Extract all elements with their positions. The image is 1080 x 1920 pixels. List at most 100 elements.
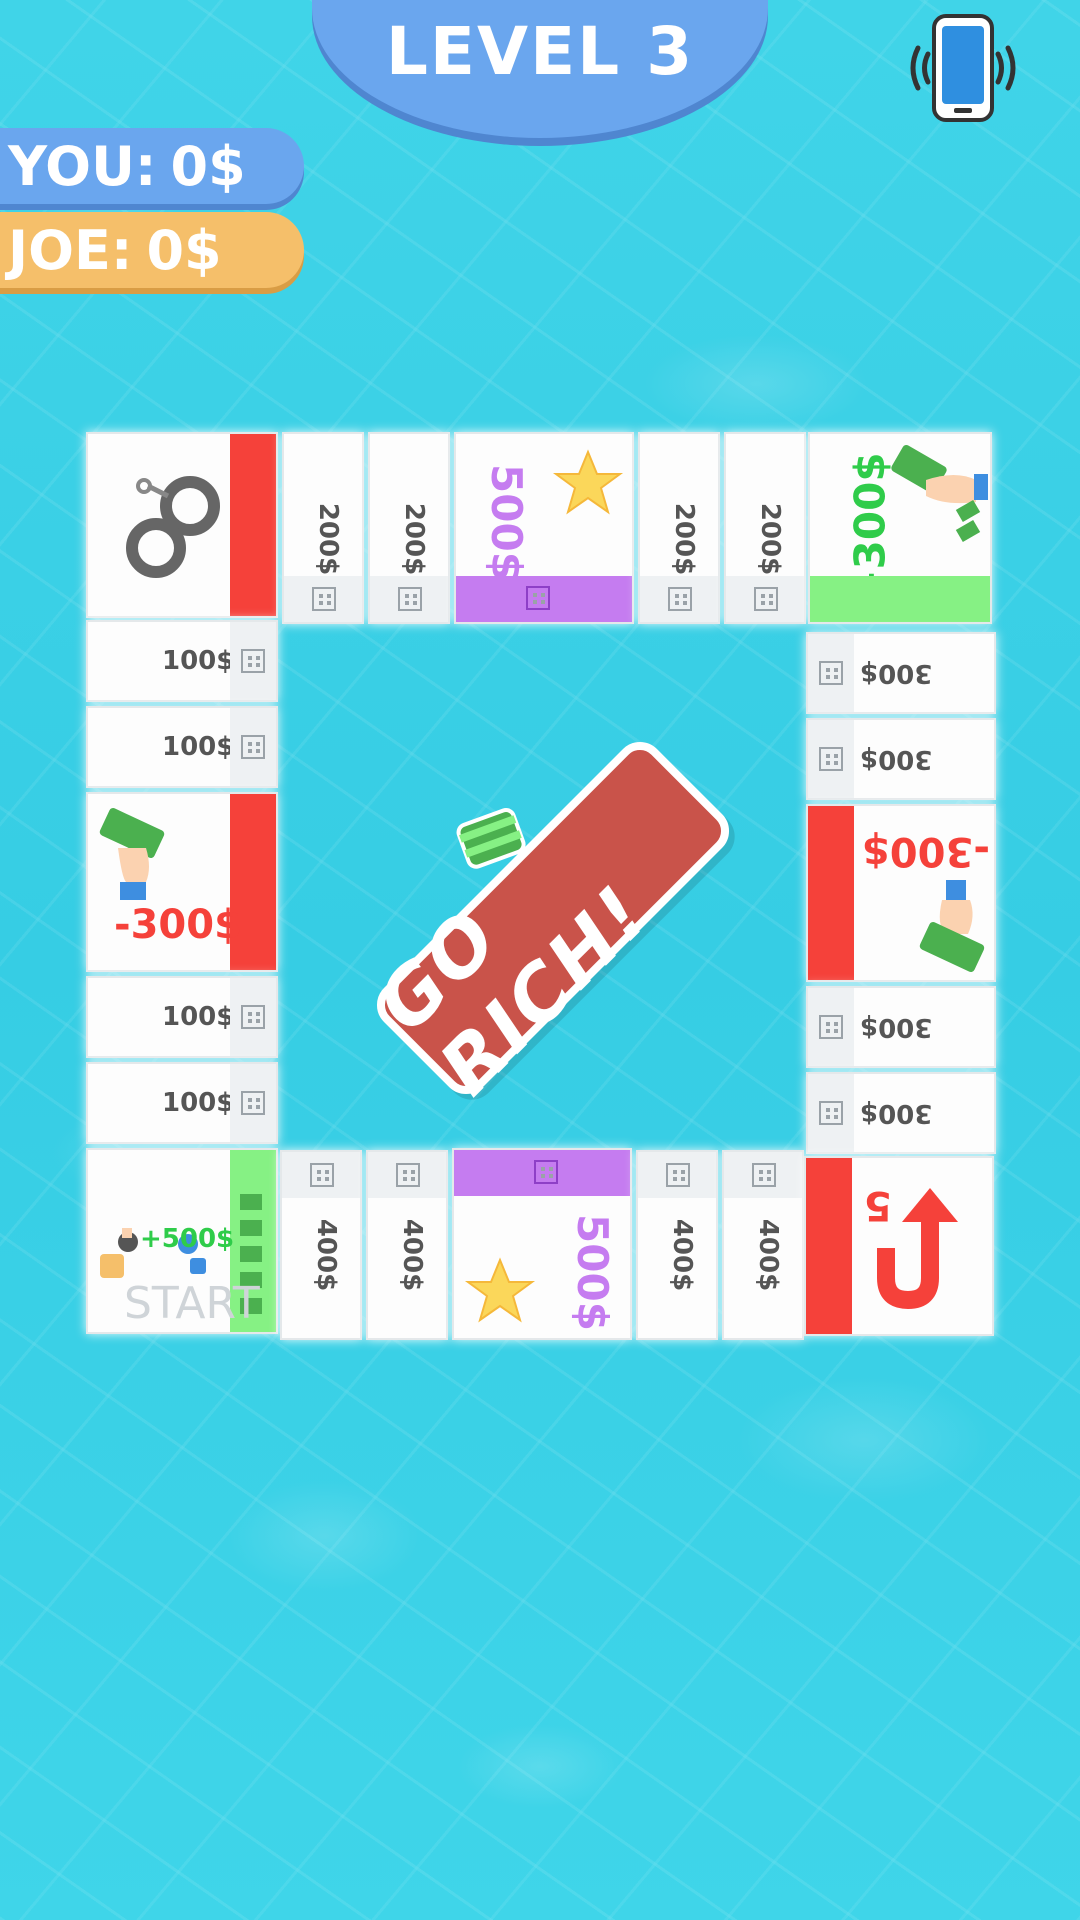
tile-price: 100$ [162,732,235,762]
red-strip [808,806,854,980]
building-icon [310,1163,334,1187]
tile-price: 400$ [311,1218,342,1292]
property-tile-right-1[interactable]: 300$ [806,632,996,714]
penalty-amount: -300$ [114,902,242,948]
building-slot [808,1074,854,1152]
vibrate-toggle-button[interactable] [904,12,1022,124]
red-strip [806,1158,852,1334]
tile-penalty-right[interactable]: -300$ [806,804,996,982]
building-slot [638,1152,716,1198]
tile-price: 300$ [860,658,933,688]
building-icon [819,747,843,771]
building-icon [312,587,336,611]
tile-price: 200$ [399,502,430,576]
building-icon [396,1163,420,1187]
building-slot [230,978,276,1056]
building-icon [754,587,778,611]
building-slot [808,988,854,1066]
tile-price: 200$ [669,502,700,576]
property-tile-left-1[interactable]: 100$ [86,620,278,702]
green-strip [810,576,990,622]
building-icon [819,1101,843,1125]
building-slot [284,576,362,622]
tile-price: 200$ [313,502,344,576]
building-icon [241,1091,265,1115]
tile-price: 500$ [567,1214,617,1331]
building-slot [230,622,276,700]
player-score-you: YOU: 0$ [0,128,304,204]
start-label: START [124,1278,260,1329]
player-name-joe: JOE: [8,218,133,282]
star-icon [552,449,624,515]
purple-strip [456,576,632,622]
building-icon [752,1163,776,1187]
building-slot [808,634,854,712]
property-tile-bottom-special[interactable]: 500$ [452,1148,632,1340]
tile-start-corner[interactable]: +500$ START [86,1148,278,1334]
property-tile-left-3[interactable]: 100$ [86,976,278,1058]
building-slot [368,1152,446,1198]
building-icon [241,735,265,759]
building-slot [282,1152,360,1198]
building-slot [640,576,718,622]
start-bonus: +500$ [140,1224,235,1254]
tile-price: 400$ [397,1218,428,1292]
building-icon [241,649,265,673]
building-slot [230,1064,276,1142]
building-icon [819,661,843,685]
tile-price: 500$ [481,464,531,581]
building-icon [526,586,550,610]
building-icon [668,587,692,611]
tile-bonus-corner[interactable]: +300$ [808,432,992,624]
building-icon [534,1160,558,1184]
handcuffs-icon [126,476,220,578]
star-icon [464,1257,536,1323]
property-tile-right-3[interactable]: 300$ [806,986,996,1068]
building-icon [819,1015,843,1039]
property-tile-bottom-2[interactable]: 400$ [366,1150,448,1340]
property-tile-right-2[interactable]: 300$ [806,718,996,800]
tile-jail-corner[interactable] [86,432,278,618]
building-slot [230,708,276,786]
tile-uturn-corner[interactable]: 5 [804,1156,994,1336]
tile-price: 400$ [753,1218,784,1292]
penalty-amount: -300$ [862,828,990,874]
red-strip [230,434,276,616]
property-tile-top-4[interactable]: 200$ [638,432,720,624]
tile-price: 300$ [860,1098,933,1128]
building-slot [726,576,804,622]
tile-price: 400$ [667,1218,698,1292]
tile-price: 300$ [860,1012,933,1042]
property-tile-left-4[interactable]: 100$ [86,1062,278,1144]
player-amount-you: 0$ [170,134,246,198]
building-icon [398,587,422,611]
property-tile-top-special[interactable]: 500$ [454,432,634,624]
building-slot [370,576,448,622]
building-slot [724,1152,802,1198]
money-hand-icon [99,808,165,900]
property-tile-top-1[interactable]: 200$ [282,432,364,624]
property-tile-top-2[interactable]: 200$ [368,432,450,624]
property-tile-left-2[interactable]: 100$ [86,706,278,788]
building-slot [808,720,854,798]
purple-strip [454,1150,630,1196]
tile-price: 100$ [162,1088,235,1118]
tile-price: 300$ [860,744,933,774]
building-icon [666,1163,690,1187]
phone-vibrate-icon [910,14,1016,122]
tile-price: 100$ [162,1002,235,1032]
money-hand-icon [919,880,985,972]
property-tile-top-5[interactable]: 200$ [724,432,806,624]
tile-penalty-left[interactable]: -300$ [86,792,278,972]
tile-price: 200$ [755,502,786,576]
property-tile-bottom-1[interactable]: 400$ [280,1150,362,1340]
property-tile-bottom-5[interactable]: 400$ [722,1150,804,1340]
player-name-you: YOU: [8,134,157,198]
property-tile-right-4[interactable]: 300$ [806,1072,996,1154]
player-amount-joe: 0$ [146,218,222,282]
player-score-joe: JOE: 0$ [0,212,304,288]
property-tile-bottom-4[interactable]: 400$ [636,1150,718,1340]
tile-price: 100$ [162,646,235,676]
uturn-number: 5 [864,1182,892,1228]
building-icon [241,1005,265,1029]
